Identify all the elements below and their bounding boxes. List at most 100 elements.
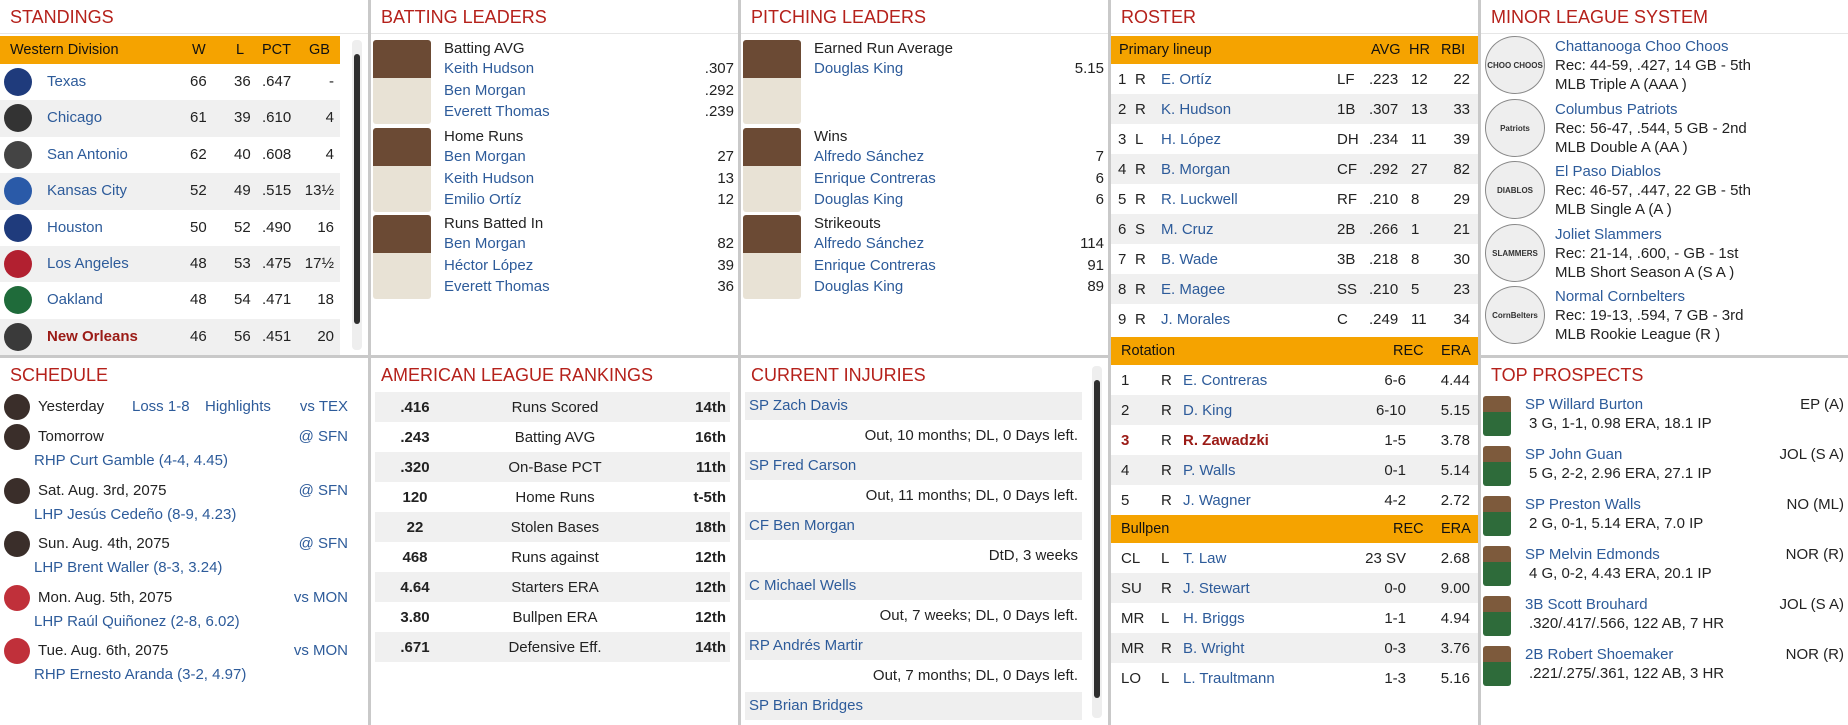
minor-team-row[interactable]: SLAMMERS Joliet Slammers Rec: 21-14, .600,… bbox=[1481, 222, 1848, 285]
player-name[interactable]: Alfredo Sánchez bbox=[814, 148, 924, 165]
player-name[interactable]: T. Law bbox=[1183, 550, 1226, 567]
player-name[interactable]: Ben Morgan bbox=[444, 148, 526, 165]
standings-row[interactable]: New Orleans 46 56 .451 20 bbox=[0, 318, 340, 355]
player-name[interactable]: Ben Morgan bbox=[444, 82, 526, 99]
minor-team-row[interactable]: Patriots Columbus Patriots Rec: 56-47, .54… bbox=[1481, 97, 1848, 160]
minor-team-name[interactable]: Columbus Patriots bbox=[1555, 101, 1678, 118]
highlights-link[interactable]: Highlights bbox=[205, 398, 271, 415]
player-name[interactable]: Everett Thomas bbox=[444, 103, 550, 120]
standings-scrollbar[interactable] bbox=[352, 40, 362, 350]
prospect-row[interactable]: SP Melvin Edmonds NOR (R) 4 G, 0-2, 4.43 E… bbox=[1481, 542, 1848, 592]
player-name[interactable]: Douglas King bbox=[814, 60, 903, 77]
team-name[interactable]: Houston bbox=[47, 219, 103, 236]
minor-team-row[interactable]: CHOO CHOOS Chattanooga Choo Choos Rec: 44-… bbox=[1481, 34, 1848, 97]
lineup-row[interactable]: 4 R B. Morgan CF .292 27 82 bbox=[1111, 154, 1478, 184]
schedule-item[interactable]: Yesterday Loss 1-8 Highlights vs TEX bbox=[0, 392, 368, 422]
player-name[interactable]: Alfredo Sánchez bbox=[814, 235, 924, 252]
scroll-thumb[interactable] bbox=[1094, 380, 1100, 698]
prospect-name[interactable]: 2B Robert Shoemaker bbox=[1525, 646, 1673, 663]
team-name[interactable]: San Antonio bbox=[47, 146, 128, 163]
injured-player[interactable]: CF Ben Morgan bbox=[749, 517, 855, 534]
prospect-row[interactable]: SP Willard Burton EP (A) 3 G, 1-1, 0.98 ER… bbox=[1481, 392, 1848, 442]
probable-pitcher[interactable]: LHP Raúl Quiñonez (2-8, 6.02) bbox=[34, 613, 240, 630]
player-name[interactable]: H. López bbox=[1161, 131, 1221, 148]
lineup-row[interactable]: 2 R K. Hudson 1B .307 13 33 bbox=[1111, 94, 1478, 124]
probable-pitcher[interactable]: RHP Ernesto Aranda (3-2, 4.97) bbox=[34, 666, 246, 683]
prospect-name[interactable]: SP Preston Walls bbox=[1525, 496, 1641, 513]
lineup-row[interactable]: 3 L H. López DH .234 11 39 bbox=[1111, 124, 1478, 154]
player-name[interactable]: R. Luckwell bbox=[1161, 191, 1238, 208]
player-name[interactable]: D. King bbox=[1183, 402, 1232, 419]
pitcher-row[interactable]: CL L T. Law 23 SV 2.68 bbox=[1111, 543, 1478, 573]
schedule-item[interactable]: Mon. Aug. 5th, 2075 vs MON LHP Raúl Quiñon… bbox=[0, 583, 368, 637]
player-name[interactable]: Ben Morgan bbox=[444, 235, 526, 252]
standings-row[interactable]: Oakland 48 54 .471 18 bbox=[0, 282, 340, 319]
schedule-item[interactable]: Tue. Aug. 6th, 2075 vs MON RHP Ernesto Ara… bbox=[0, 636, 368, 690]
injuries-scrollbar[interactable] bbox=[1092, 366, 1102, 718]
prospect-name[interactable]: SP John Guan bbox=[1525, 446, 1622, 463]
opponent[interactable]: vs TEX bbox=[300, 398, 348, 415]
team-name[interactable]: Kansas City bbox=[47, 182, 127, 199]
injured-player[interactable]: C Michael Wells bbox=[749, 577, 856, 594]
player-name[interactable]: Keith Hudson bbox=[444, 60, 534, 77]
player-name[interactable]: Douglas King bbox=[814, 278, 903, 295]
standings-row[interactable]: Houston 50 52 .490 16 bbox=[0, 209, 340, 246]
opponent[interactable]: vs MON bbox=[294, 642, 348, 659]
injury-item[interactable]: RP Andrés Martir Out, 7 months; DL, 0 Day… bbox=[741, 632, 1086, 692]
pitcher-row[interactable]: MR L H. Briggs 1-1 4.94 bbox=[1111, 603, 1478, 633]
standings-row[interactable]: Kansas City 52 49 .515 13½ bbox=[0, 173, 340, 210]
lineup-row[interactable]: 7 R B. Wade 3B .218 8 30 bbox=[1111, 244, 1478, 274]
minor-team-name[interactable]: Normal Cornbelters bbox=[1555, 288, 1685, 305]
player-name[interactable]: E. Contreras bbox=[1183, 372, 1267, 389]
scroll-thumb[interactable] bbox=[354, 54, 360, 324]
player-name[interactable]: J. Stewart bbox=[1183, 580, 1250, 597]
prospect-row[interactable]: SP Preston Walls NO (ML) 2 G, 0-1, 5.14 ER… bbox=[1481, 492, 1848, 542]
player-name[interactable]: J. Wagner bbox=[1183, 492, 1251, 509]
standings-row[interactable]: Los Angeles 48 53 .475 17½ bbox=[0, 245, 340, 283]
minor-team-name[interactable]: Chattanooga Choo Choos bbox=[1555, 38, 1728, 55]
team-name[interactable]: Chicago bbox=[47, 109, 102, 126]
pitcher-row[interactable]: 3 R R. Zawadzki 1-5 3.78 bbox=[1111, 425, 1478, 455]
lineup-row[interactable]: 1 R E. Ortíz LF .223 12 22 bbox=[1111, 64, 1478, 94]
injury-item[interactable]: C Michael Wells Out, 7 weeks; DL, 0 Days … bbox=[741, 572, 1086, 632]
game-result[interactable]: Loss 1-8 bbox=[132, 398, 190, 415]
player-name[interactable]: H. Briggs bbox=[1183, 610, 1245, 627]
player-name[interactable]: Emilio Ortíz bbox=[444, 191, 522, 208]
player-name[interactable]: R. Zawadzki bbox=[1183, 432, 1269, 449]
opponent[interactable]: @ SFN bbox=[299, 535, 348, 552]
player-name[interactable]: Enrique Contreras bbox=[814, 170, 936, 187]
lineup-row[interactable]: 9 R J. Morales C .249 11 34 bbox=[1111, 304, 1478, 334]
lineup-row[interactable]: 6 S M. Cruz 2B .266 1 21 bbox=[1111, 214, 1478, 244]
team-name[interactable]: New Orleans bbox=[47, 328, 138, 345]
pitcher-row[interactable]: 5 R J. Wagner 4-2 2.72 bbox=[1111, 485, 1478, 515]
player-name[interactable]: Keith Hudson bbox=[444, 170, 534, 187]
player-name[interactable]: E. Magee bbox=[1161, 281, 1225, 298]
team-name[interactable]: Los Angeles bbox=[47, 255, 129, 272]
prospect-row[interactable]: 2B Robert Shoemaker NOR (R) .221/.275/.361… bbox=[1481, 642, 1848, 692]
player-name[interactable]: P. Walls bbox=[1183, 462, 1236, 479]
pitcher-row[interactable]: 4 R P. Walls 0-1 5.14 bbox=[1111, 455, 1478, 485]
player-name[interactable]: J. Morales bbox=[1161, 311, 1230, 328]
lineup-row[interactable]: 5 R R. Luckwell RF .210 8 29 bbox=[1111, 184, 1478, 214]
player-name[interactable]: E. Ortíz bbox=[1161, 71, 1212, 88]
prospect-row[interactable]: 3B Scott Brouhard JOL (S A) .320/.417/.566… bbox=[1481, 592, 1848, 642]
minor-team-name[interactable]: Joliet Slammers bbox=[1555, 226, 1662, 243]
player-name[interactable]: B. Wright bbox=[1183, 640, 1244, 657]
opponent[interactable]: @ SFN bbox=[299, 428, 348, 445]
lineup-row[interactable]: 8 R E. Magee SS .210 5 23 bbox=[1111, 274, 1478, 304]
team-name[interactable]: Oakland bbox=[47, 291, 103, 308]
opponent[interactable]: @ SFN bbox=[299, 482, 348, 499]
prospect-name[interactable]: SP Melvin Edmonds bbox=[1525, 546, 1660, 563]
player-name[interactable]: Douglas King bbox=[814, 191, 903, 208]
schedule-item[interactable]: Sun. Aug. 4th, 2075 @ SFN LHP Brent Waller… bbox=[0, 529, 368, 583]
standings-row[interactable]: San Antonio 62 40 .608 4 bbox=[0, 136, 340, 174]
pitcher-row[interactable]: 1 R E. Contreras 6-6 4.44 bbox=[1111, 365, 1478, 395]
player-name[interactable]: L. Traultmann bbox=[1183, 670, 1275, 687]
player-name[interactable]: Enrique Contreras bbox=[814, 257, 936, 274]
standings-row[interactable]: Chicago 61 39 .610 4 bbox=[0, 100, 340, 137]
schedule-item[interactable]: Tomorrow @ SFN RHP Curt Gamble (4-4, 4.45) bbox=[0, 422, 368, 476]
injury-item[interactable]: CF Ben Morgan DtD, 3 weeks bbox=[741, 512, 1086, 572]
probable-pitcher[interactable]: RHP Curt Gamble (4-4, 4.45) bbox=[34, 452, 228, 469]
prospect-name[interactable]: SP Willard Burton bbox=[1525, 396, 1643, 413]
pitcher-row[interactable]: MR R B. Wright 0-3 3.76 bbox=[1111, 633, 1478, 663]
